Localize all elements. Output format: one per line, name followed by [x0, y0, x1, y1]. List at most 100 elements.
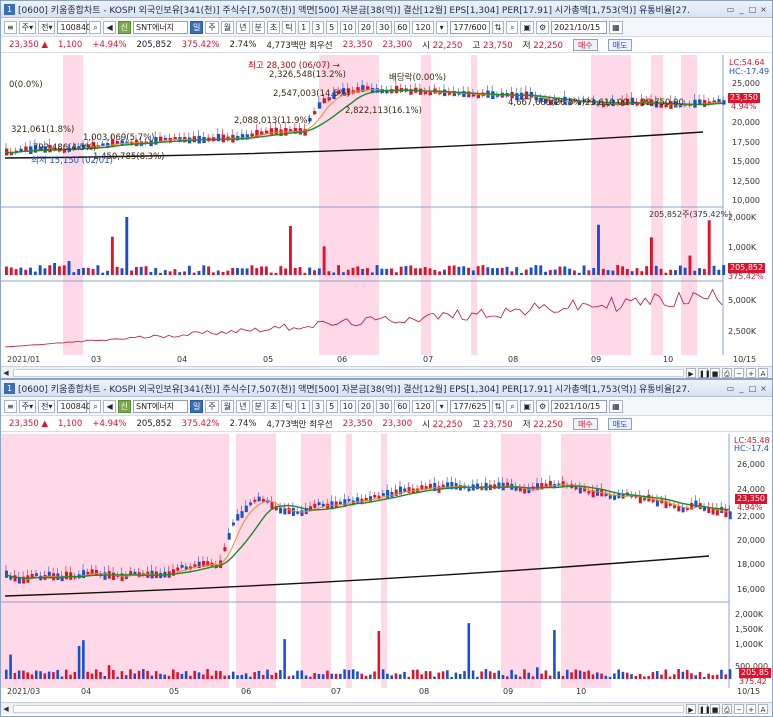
title-bar[interactable]: 1 [0600] 키움종합차트 - KOSPI 외국인보유[341(천)] 주식…	[1, 380, 772, 397]
min-10[interactable]: 10	[339, 400, 356, 413]
custom-period[interactable]: ▾	[435, 400, 448, 413]
volume-bar	[630, 271, 634, 275]
period-minute[interactable]: 분	[251, 21, 265, 34]
minimize-icon[interactable]: _	[737, 5, 746, 14]
sound-icon[interactable]: ◀	[103, 21, 116, 34]
min-5[interactable]: 5	[325, 400, 338, 413]
volume-bar	[178, 272, 182, 275]
scroll-track[interactable]	[13, 368, 684, 377]
min-120[interactable]: 120	[412, 21, 434, 34]
min-60[interactable]: 60	[394, 21, 411, 34]
min-1[interactable]: 1	[297, 21, 310, 34]
volume-bar	[458, 674, 462, 679]
stock-code-input[interactable]: 100840	[57, 21, 91, 34]
play-icon[interactable]: ▶	[686, 367, 696, 378]
min-60[interactable]: 60	[394, 400, 411, 413]
volume-bar	[433, 676, 436, 679]
buy-button[interactable]: 매수	[572, 39, 598, 51]
minimize-icon[interactable]: _	[737, 384, 746, 393]
zoom-out-icon[interactable]: −	[734, 703, 744, 714]
save-icon[interactable]: ▣	[520, 21, 534, 34]
market-select[interactable]: 주▾	[18, 21, 37, 34]
compare-icon[interactable]: ⇅	[491, 21, 505, 34]
price-chart-bottom[interactable]	[1, 434, 773, 688]
font-icon[interactable]: A	[758, 367, 768, 378]
horizontal-scrollbar[interactable]: ◀ ▶ ❚❚ ■ ⎙ − + A	[1, 366, 772, 378]
print-icon[interactable]: ⎙	[722, 703, 732, 714]
market-select[interactable]: 주▾	[18, 400, 37, 413]
period-tick[interactable]: 틱	[282, 400, 296, 413]
min-5[interactable]: 5	[325, 21, 338, 34]
close-icon[interactable]: ×	[759, 384, 768, 393]
settings-icon[interactable]: ⚙	[535, 21, 550, 34]
data-count[interactable]: 177/600	[449, 21, 490, 34]
font-icon[interactable]: A	[758, 703, 768, 714]
search-icon[interactable]: ⌕	[506, 21, 519, 34]
min-30[interactable]: 30	[376, 21, 393, 34]
all-select[interactable]: 전▾	[38, 21, 56, 34]
buy-button[interactable]: 매수	[572, 418, 598, 430]
period-month[interactable]: 월	[220, 21, 235, 34]
maximize-icon[interactable]: □	[748, 5, 757, 14]
period-second[interactable]: 초	[266, 400, 281, 413]
pause-icon[interactable]: ❚❚	[698, 703, 711, 714]
period-year[interactable]: 년	[236, 400, 250, 413]
stop-icon[interactable]: ■	[710, 367, 720, 378]
period-minute[interactable]: 분	[251, 400, 265, 413]
scroll-left-icon[interactable]: ◀	[1, 704, 11, 714]
custom-period[interactable]: ▾	[435, 21, 448, 34]
search-icon[interactable]: ⌕	[89, 400, 102, 413]
min-3[interactable]: 3	[311, 400, 324, 413]
compare-icon[interactable]: ⇅	[491, 400, 505, 413]
menu-icon[interactable]: ≡	[4, 21, 17, 34]
restore-icon[interactable]: ▭	[726, 5, 735, 14]
search-icon[interactable]: ⌕	[506, 400, 519, 413]
zoom-in-icon[interactable]: +	[746, 367, 756, 378]
date-input[interactable]: 2021/10/15	[551, 21, 608, 34]
min-10[interactable]: 10	[339, 21, 356, 34]
date-input[interactable]: 2021/10/15	[551, 400, 608, 413]
min-3[interactable]: 3	[311, 21, 324, 34]
min-20[interactable]: 20	[357, 21, 375, 34]
period-day[interactable]: 일	[190, 400, 204, 413]
data-count[interactable]: 177/625	[449, 400, 490, 413]
maximize-icon[interactable]: □	[748, 384, 757, 393]
zoom-in-icon[interactable]: +	[746, 703, 756, 714]
period-week[interactable]: 주	[205, 400, 219, 413]
search-icon[interactable]: ⌕	[89, 21, 102, 34]
volume-bar	[462, 266, 466, 275]
scroll-left-icon[interactable]: ◀	[1, 368, 11, 378]
volume-bar	[390, 268, 393, 275]
scroll-track[interactable]	[13, 704, 684, 713]
title-bar[interactable]: 1 [0600] 키움종합차트 - KOSPI 외국인보유[341(천)] 주식…	[1, 1, 772, 18]
pause-icon[interactable]: ❚❚	[698, 367, 711, 378]
all-select[interactable]: 전▾	[38, 400, 56, 413]
sell-button[interactable]: 매도	[607, 418, 633, 430]
restore-icon[interactable]: ▭	[726, 384, 735, 393]
play-icon[interactable]: ▶	[686, 703, 696, 714]
calendar-icon[interactable]: ▦	[609, 400, 623, 413]
min-30[interactable]: 30	[376, 400, 393, 413]
stop-icon[interactable]: ■	[710, 703, 720, 714]
min-20[interactable]: 20	[357, 400, 375, 413]
period-year[interactable]: 년	[236, 21, 250, 34]
period-week[interactable]: 주	[205, 21, 219, 34]
zoom-out-icon[interactable]: −	[734, 367, 744, 378]
close-icon[interactable]: ×	[759, 5, 768, 14]
save-icon[interactable]: ▣	[520, 400, 534, 413]
period-month[interactable]: 월	[220, 400, 235, 413]
menu-icon[interactable]: ≡	[4, 400, 17, 413]
horizontal-scrollbar[interactable]: ◀ ▶ ❚❚ ■ ⎙ − + A	[1, 702, 772, 714]
min-120[interactable]: 120	[412, 400, 434, 413]
period-tick[interactable]: 틱	[282, 21, 296, 34]
calendar-icon[interactable]: ▦	[609, 21, 623, 34]
sell-button[interactable]: 매도	[607, 39, 633, 51]
min-1[interactable]: 1	[297, 400, 310, 413]
volume-bar	[201, 674, 205, 679]
period-day[interactable]: 일	[190, 21, 204, 34]
print-icon[interactable]: ⎙	[722, 367, 732, 378]
settings-icon[interactable]: ⚙	[535, 400, 550, 413]
stock-code-input[interactable]: 100840	[57, 400, 91, 413]
sound-icon[interactable]: ◀	[103, 400, 116, 413]
period-second[interactable]: 초	[266, 21, 281, 34]
